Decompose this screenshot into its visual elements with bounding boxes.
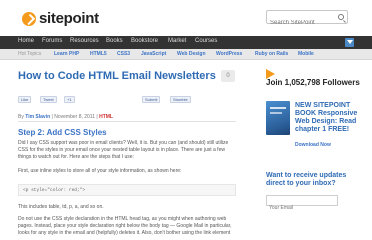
download-now-link[interactable]: Download Now	[295, 142, 331, 148]
tag-link[interactable]: HTML	[99, 114, 113, 120]
hot-topic-link[interactable]: WordPress	[216, 51, 242, 57]
section-heading: Step 2: Add CSS Styles	[18, 128, 107, 137]
hot-topic-link[interactable]: Web Design	[177, 51, 206, 57]
site-header: sitepoint	[0, 0, 372, 36]
search-input[interactable]	[267, 17, 337, 29]
sitepoint-logo[interactable]: sitepoint	[22, 10, 99, 27]
paragraph: Do not use the CSS style declaration in …	[18, 216, 232, 236]
hot-topic-link[interactable]: CSS3	[117, 51, 130, 57]
paragraph: First, use inline styles to store all of…	[18, 168, 182, 174]
newsletter-heading: Want to receive updates direct to your i…	[266, 172, 347, 187]
nav-item-books[interactable]: Books	[106, 38, 123, 44]
logo-text: sitepoint	[39, 10, 99, 27]
main-nav: Home Forums Resources Books Bookstore Ma…	[0, 36, 372, 49]
nav-item-forums[interactable]: Forums	[42, 38, 62, 44]
sitepoint-logo-icon	[22, 11, 36, 26]
followers-count: Join 1,052,798 Followers	[266, 78, 360, 87]
article-title: How to Code HTML Email Newsletters	[18, 70, 216, 82]
hot-topics-label: Hot Topics	[18, 51, 42, 57]
meta-divider	[18, 121, 236, 122]
hot-topic-link[interactable]: Learn PHP	[54, 51, 79, 57]
nav-item-courses[interactable]: Courses	[195, 38, 217, 44]
like-button[interactable]: Like	[18, 96, 32, 103]
nav-item-bookstore[interactable]: Bookstore	[131, 38, 158, 44]
publish-date: | November 8, 2011 |	[51, 114, 98, 120]
hot-topics-bar: Hot Topics Learn PHP HTML5 CSS3 JavaScri…	[0, 49, 372, 60]
comment-count-badge[interactable]: 0	[221, 70, 235, 82]
author-link[interactable]: Tim Slavin	[25, 114, 50, 120]
meta-by: By	[18, 114, 24, 120]
nav-item-resources[interactable]: Resources	[70, 38, 99, 44]
stumble-button[interactable]: Stumble	[170, 96, 191, 103]
tweet-button[interactable]: Tweet	[40, 96, 57, 103]
hot-topic-link[interactable]: Ruby on Rails	[255, 51, 288, 57]
nav-item-market[interactable]: Market	[168, 38, 186, 44]
share-buttons: Like Tweet +1 Submit Stumble	[18, 96, 236, 104]
nav-item-home[interactable]: Home	[18, 38, 34, 44]
email-field[interactable]	[267, 203, 335, 213]
plus-one-button[interactable]: +1	[64, 96, 75, 103]
hot-topic-link[interactable]: HTML5	[90, 51, 107, 57]
nav-expand-icon[interactable]	[345, 38, 354, 47]
book-cover-image[interactable]	[266, 101, 290, 135]
email-field-wrap[interactable]	[266, 195, 338, 213]
hot-topic-link[interactable]: JavaScript	[141, 51, 166, 57]
book-promo-title[interactable]: NEW SITEPOINT BOOK Responsive Web Design…	[295, 102, 365, 134]
submit-button[interactable]: Submit	[142, 96, 161, 103]
search-box[interactable]	[266, 10, 348, 29]
code-block: <p style="color: red;">	[18, 184, 236, 196]
paragraph: This includes table, td, p, a, and so on…	[18, 204, 104, 210]
search-icon[interactable]	[338, 14, 344, 20]
paragraph: Did I say CSS support was poor in email …	[18, 140, 229, 160]
hot-topic-link[interactable]: Mobile	[298, 51, 314, 57]
article-meta: By Tim Slavin | November 8, 2011 | HTML	[18, 114, 113, 120]
